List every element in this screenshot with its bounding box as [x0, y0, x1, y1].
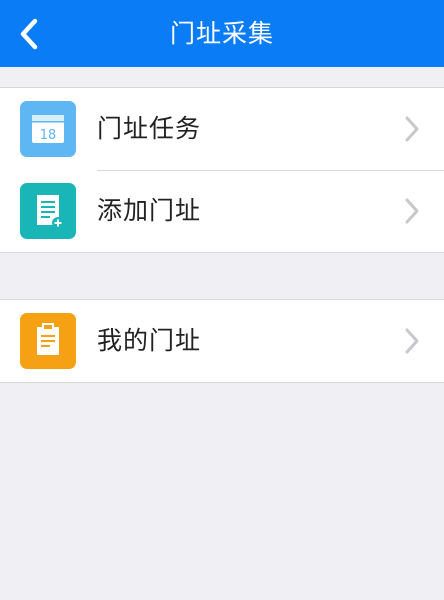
- calendar-date-label: 18: [40, 128, 57, 143]
- chevron-right-icon: [405, 198, 419, 224]
- menu-item-label: 门址任务: [97, 114, 202, 143]
- chevron-right-icon: [405, 116, 419, 142]
- calendar-icon: 18: [20, 101, 76, 157]
- add-document-icon: [20, 183, 76, 239]
- chevron-right-icon: [405, 328, 419, 354]
- menu-group-primary: 18 门址任务 添加门址: [0, 87, 444, 253]
- menu-item-address-tasks[interactable]: 18 门址任务: [0, 88, 444, 170]
- menu-item-label: 我的门址: [97, 326, 202, 355]
- menu-item-add-address[interactable]: 添加门址: [0, 170, 444, 252]
- navigation-bar: 门址采集: [0, 0, 444, 67]
- menu-item-label: 添加门址: [97, 196, 202, 225]
- page-title: 门址采集: [169, 19, 274, 48]
- clipboard-icon: [20, 313, 76, 369]
- menu-item-my-addresses[interactable]: 我的门址: [0, 300, 444, 382]
- menu-group-secondary: 我的门址: [0, 299, 444, 383]
